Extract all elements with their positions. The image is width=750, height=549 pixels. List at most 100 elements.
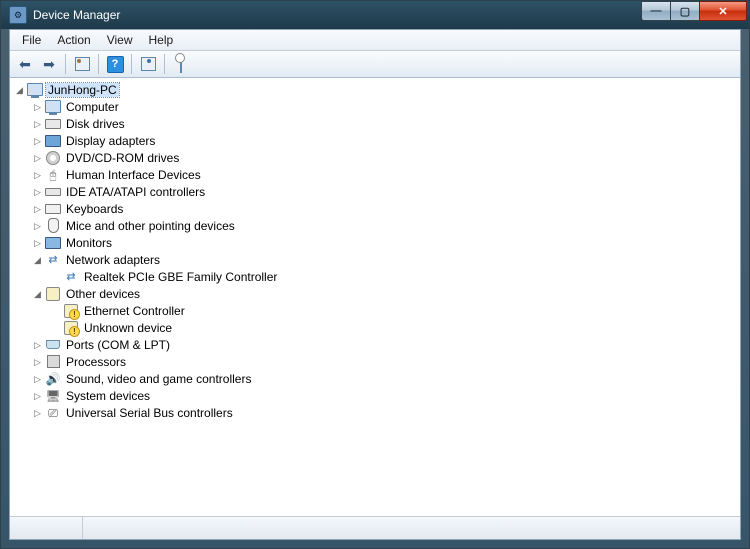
window-controls: — ▢ ✕ xyxy=(642,1,747,21)
computer-icon xyxy=(27,82,43,98)
help-button[interactable]: ? xyxy=(104,53,126,75)
category-label: Display adapters xyxy=(64,134,157,148)
category-other-devices[interactable]: ◢ Other devices xyxy=(32,285,740,302)
expand-icon[interactable]: ▷ xyxy=(32,220,43,231)
cpu-icon xyxy=(45,354,61,370)
keyboard-icon xyxy=(45,201,61,217)
category-dvd-cd[interactable]: ▷ DVD/CD-ROM drives xyxy=(32,149,740,166)
app-icon: ⚙ xyxy=(9,6,27,24)
mouse-icon xyxy=(45,218,61,234)
category-label: Other devices xyxy=(64,287,142,301)
status-cell xyxy=(10,517,83,539)
category-label: Processors xyxy=(64,355,128,369)
category-system-devices[interactable]: ▷ 🖥 System devices xyxy=(32,387,740,404)
category-keyboards[interactable]: ▷ Keyboards xyxy=(32,200,740,217)
expand-icon[interactable]: ▷ xyxy=(32,152,43,163)
toolbar: ⬅ ➡ ? xyxy=(10,51,740,78)
category-label: Ports (COM & LPT) xyxy=(64,338,172,352)
system-icon: 🖥 xyxy=(45,388,61,404)
collapse-icon[interactable]: ◢ xyxy=(32,254,43,265)
category-ports[interactable]: ▷ Ports (COM & LPT) xyxy=(32,336,740,353)
device-label: Unknown device xyxy=(82,321,174,335)
toolbar-separator xyxy=(131,54,132,74)
menu-action[interactable]: Action xyxy=(49,31,98,49)
menu-file[interactable]: File xyxy=(14,31,49,49)
category-hid[interactable]: ▷ 🖰 Human Interface Devices xyxy=(32,166,740,183)
toolbar-separator xyxy=(65,54,66,74)
ide-icon xyxy=(45,184,61,200)
category-label: Network adapters xyxy=(64,253,162,267)
back-button[interactable]: ⬅ xyxy=(14,53,36,75)
hid-icon: 🖰 xyxy=(45,167,61,183)
expand-icon[interactable]: ▷ xyxy=(32,339,43,350)
status-cell xyxy=(83,517,740,539)
category-computer[interactable]: ▷ Computer xyxy=(32,98,740,115)
category-label: Sound, video and game controllers xyxy=(64,372,253,386)
category-label: Mice and other pointing devices xyxy=(64,219,237,233)
menu-view[interactable]: View xyxy=(99,31,141,49)
expand-icon[interactable]: ▷ xyxy=(32,356,43,367)
display-icon xyxy=(45,133,61,149)
toolbar-separator xyxy=(98,54,99,74)
drive-icon xyxy=(45,116,61,132)
device-unknown[interactable]: · Unknown device xyxy=(50,319,740,336)
expand-icon[interactable]: ▷ xyxy=(32,118,43,129)
expand-icon[interactable]: ▷ xyxy=(32,101,43,112)
cd-icon xyxy=(45,150,61,166)
device-ethernet-controller[interactable]: · Ethernet Controller xyxy=(50,302,740,319)
toolbar-separator xyxy=(164,54,165,74)
properties-button[interactable] xyxy=(170,53,192,75)
tree-root[interactable]: ◢ JunHong-PC xyxy=(14,81,740,98)
monitor-icon xyxy=(45,235,61,251)
network-icon: ⇄ xyxy=(45,252,61,268)
category-label: Universal Serial Bus controllers xyxy=(64,406,235,420)
category-ide[interactable]: ▷ IDE ATA/ATAPI controllers xyxy=(32,183,740,200)
computer-icon xyxy=(45,99,61,115)
menubar: File Action View Help xyxy=(10,30,740,51)
expand-icon[interactable]: ▷ xyxy=(32,407,43,418)
minimize-button[interactable]: — xyxy=(641,1,671,21)
statusbar xyxy=(10,516,740,539)
warning-icon xyxy=(63,303,79,319)
category-monitors[interactable]: ▷ Monitors xyxy=(32,234,740,251)
device-realtek-gbe[interactable]: · ⇄ Realtek PCIe GBE Family Controller xyxy=(50,268,740,285)
category-disk-drives[interactable]: ▷ Disk drives xyxy=(32,115,740,132)
category-label: Keyboards xyxy=(64,202,125,216)
category-mice[interactable]: ▷ Mice and other pointing devices xyxy=(32,217,740,234)
other-icon xyxy=(45,286,61,302)
expand-icon[interactable]: ▷ xyxy=(32,186,43,197)
collapse-icon[interactable]: ◢ xyxy=(32,288,43,299)
category-label: Computer xyxy=(64,100,121,114)
expand-icon[interactable]: ▷ xyxy=(32,203,43,214)
maximize-button[interactable]: ▢ xyxy=(670,1,700,21)
category-network-adapters[interactable]: ◢ ⇄ Network adapters xyxy=(32,251,740,268)
category-label: System devices xyxy=(64,389,152,403)
close-button[interactable]: ✕ xyxy=(699,1,747,21)
expand-icon[interactable]: ▷ xyxy=(32,169,43,180)
device-tree: ◢ JunHong-PC ▷ Computer ▷ Di xyxy=(10,78,740,516)
category-processors[interactable]: ▷ Processors xyxy=(32,353,740,370)
window-title: Device Manager xyxy=(33,8,120,22)
expand-icon[interactable]: ▷ xyxy=(32,237,43,248)
category-label: DVD/CD-ROM drives xyxy=(64,151,181,165)
show-hide-console-tree-button[interactable] xyxy=(71,53,93,75)
menu-help[interactable]: Help xyxy=(141,31,182,49)
warning-icon xyxy=(63,320,79,336)
device-label: Ethernet Controller xyxy=(82,304,187,318)
device-label: Realtek PCIe GBE Family Controller xyxy=(82,270,279,284)
category-label: IDE ATA/ATAPI controllers xyxy=(64,185,207,199)
category-label: Disk drives xyxy=(64,117,127,131)
category-sound[interactable]: ▷ 🔊 Sound, video and game controllers xyxy=(32,370,740,387)
scan-hardware-button[interactable] xyxy=(137,53,159,75)
category-display-adapters[interactable]: ▷ Display adapters xyxy=(32,132,740,149)
expand-icon[interactable]: ▷ xyxy=(32,135,43,146)
window-frame: ⚙ Device Manager — ▢ ✕ File Action View … xyxy=(0,0,750,549)
titlebar[interactable]: ⚙ Device Manager — ▢ ✕ xyxy=(1,1,749,29)
sound-icon: 🔊 xyxy=(45,371,61,387)
expand-icon[interactable]: ▷ xyxy=(32,373,43,384)
expand-icon[interactable]: ▷ xyxy=(32,390,43,401)
category-usb[interactable]: ▷ ⎚ Universal Serial Bus controllers xyxy=(32,404,740,421)
collapse-icon[interactable]: ◢ xyxy=(14,84,25,95)
forward-button[interactable]: ➡ xyxy=(38,53,60,75)
network-icon: ⇄ xyxy=(63,269,79,285)
